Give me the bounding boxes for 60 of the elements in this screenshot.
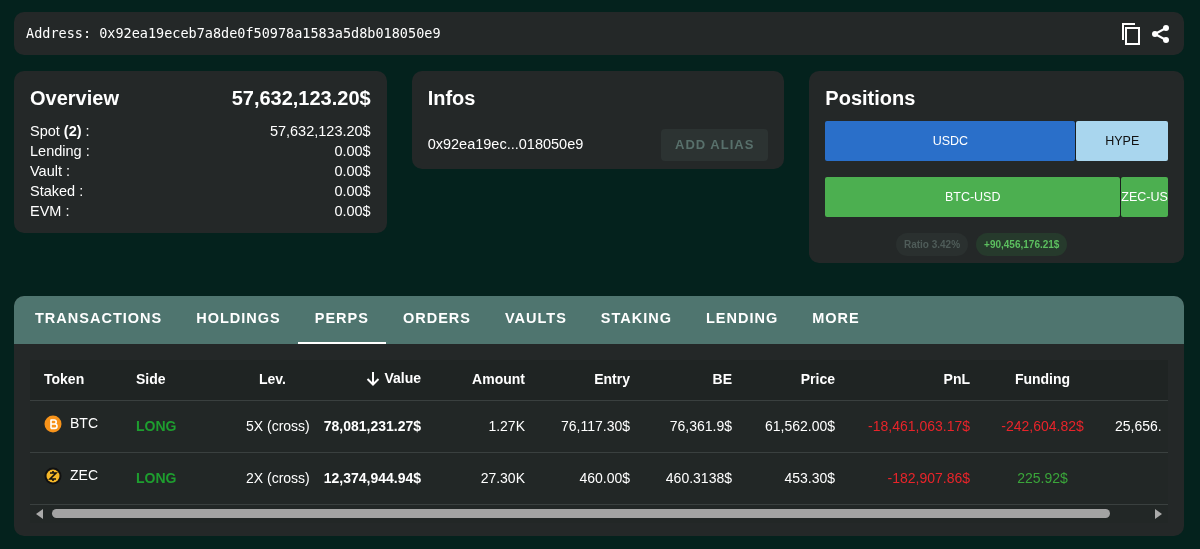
token-name: ZEC [70, 466, 98, 486]
overview-label: EVM : [30, 202, 70, 221]
overview-title: Overview [30, 86, 119, 111]
position-segment: ZEC-US [1121, 177, 1168, 217]
overview-value: 0.00$ [334, 202, 371, 221]
overview-label: Staked : [30, 182, 84, 201]
tab[interactable]: HOLDINGS [179, 296, 298, 344]
table-cell: -182,907.86$ [887, 469, 970, 486]
tab[interactable]: MORE [795, 296, 877, 344]
tab[interactable]: ORDERS [385, 296, 488, 344]
table-cell: 225.92$ [1017, 469, 1068, 486]
address-text: Address: 0x92ea19eceb7a8de0f50978a1583a5d8b018050e9 [26, 24, 441, 44]
column-header[interactable]: BE [712, 369, 732, 391]
table-cell: 61,562.00$ [764, 417, 835, 434]
column-header[interactable]: Side [136, 369, 166, 391]
scroll-left-icon[interactable] [36, 508, 44, 519]
overview-total: 57,632,123.20$ [231, 86, 371, 111]
overview-label: Spot (2) : [30, 122, 90, 141]
table-cell: 460.3138$ [665, 469, 732, 486]
infos-title: Infos [427, 86, 477, 111]
table-cell: 460.00$ [579, 469, 630, 486]
table-cell: 12,374,944.94$ [323, 469, 421, 486]
overview-value: 0.00$ [334, 182, 371, 201]
positions-title: Positions [825, 86, 917, 111]
table-cell: 76,117.30$ [560, 417, 630, 434]
column-header[interactable]: PnL [943, 369, 970, 391]
table-cell: LONG [136, 417, 177, 434]
column-header[interactable]: Entry [594, 369, 630, 391]
table-cell: 1.27K [488, 417, 525, 434]
table-cell: 25,656. [1115, 417, 1162, 434]
scrollbar-thumb[interactable] [52, 509, 1110, 518]
copy-icon[interactable] [1120, 21, 1142, 46]
tab[interactable]: VAULTS [487, 296, 584, 344]
pnl-chip: +90,456,176.21$ [976, 233, 1068, 256]
table-cell: 78,081,231.27$ [323, 417, 421, 434]
tab[interactable]: LENDING [689, 296, 796, 344]
table-cell: LONG [136, 469, 177, 486]
table-cell: 2X (cross) [246, 469, 310, 486]
table-cell: -242,604.82$ [1001, 417, 1084, 434]
table-cell: 27.30K [480, 469, 525, 486]
position-segment: USDC [825, 121, 1076, 161]
table-cell: 76,361.9$ [669, 417, 732, 434]
overview-label: Lending : [30, 142, 90, 161]
column-header[interactable]: Price [800, 369, 835, 391]
table-cell: 453.30$ [784, 469, 835, 486]
tab[interactable]: STAKING [583, 296, 689, 344]
position-segment: BTC-USD [825, 177, 1121, 217]
token-name: BTC [70, 414, 98, 434]
overview-value: 0.00$ [334, 162, 371, 181]
overview-label: Vault : [30, 162, 71, 181]
overview-value: 57,632,123.20$ [269, 122, 371, 141]
scroll-right-icon[interactable] [1154, 508, 1162, 519]
table-cell: -18,461,063.17$ [868, 417, 970, 434]
table-cell: 5X (cross) [246, 417, 310, 434]
tab[interactable]: PERPS [297, 296, 386, 344]
position-segment: HYPE [1076, 121, 1168, 161]
short-address: 0x92ea19ec...018050e9 [427, 134, 584, 154]
share-icon[interactable] [1150, 22, 1172, 45]
tab[interactable]: TRANSACTIONS [18, 296, 180, 344]
overview-value: 0.00$ [334, 142, 371, 161]
